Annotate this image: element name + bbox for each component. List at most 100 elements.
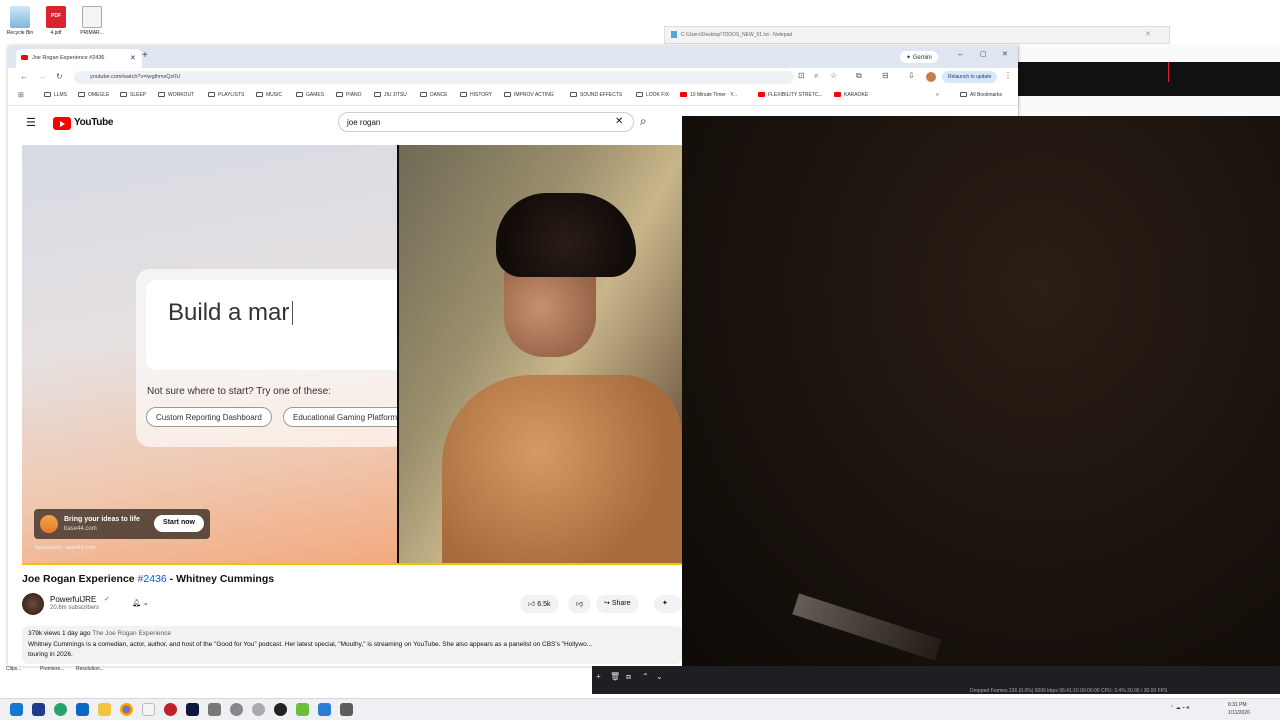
app-icon-8[interactable]	[340, 703, 353, 716]
ad-overlay[interactable]: Bring your ideas to life base44.com Star…	[34, 509, 210, 539]
app-icon-7[interactable]	[318, 703, 331, 716]
app-icon-1[interactable]	[32, 703, 45, 716]
youtube-logo-text[interactable]: YouTube	[74, 117, 114, 128]
bookmark-star-icon[interactable]: ☆	[830, 71, 837, 80]
zoom-icon[interactable]: ⌕	[814, 71, 818, 81]
bookmark-folder-jiu-jitsu[interactable]: JIU JITSU	[374, 92, 407, 98]
bookmark-karaoke[interactable]: KARAOKE	[834, 92, 868, 98]
notifications-button[interactable]: 🔔︎ ⌄	[124, 595, 157, 613]
bookmark-folder-sleep[interactable]: SLEEP	[120, 92, 146, 98]
start-icon[interactable]	[10, 703, 23, 716]
youtube-logo-icon[interactable]	[53, 117, 71, 130]
bookmark-folder-playlists[interactable]: PLAYLISTS	[208, 92, 244, 98]
description-line-1: Whitney Cummings is a comedian, actor, a…	[28, 641, 593, 648]
bookmark-folder-llms[interactable]: LLMS	[44, 92, 67, 98]
gemini-button[interactable]: ✦ Gemini	[900, 51, 938, 63]
ad-start-button[interactable]: Start now	[154, 515, 204, 532]
bookmark-folder-sound-effects[interactable]: SOUND EFFECTS	[570, 92, 622, 98]
tab-close-icon[interactable]: ✕	[130, 54, 136, 62]
minimize-icon[interactable]: –	[958, 50, 962, 59]
desktop-icon-document[interactable]: PRIMAR...	[74, 6, 110, 36]
bookmark-folder-look-fix[interactable]: LOOK FIX	[636, 92, 669, 98]
bookmark-folder-improv[interactable]: IMPROV ACTING	[504, 92, 554, 98]
bookmark-folder-history[interactable]: HISTORY	[460, 92, 492, 98]
filter-icon[interactable]: ⧈	[626, 672, 631, 682]
maximize-icon[interactable]: ▢	[980, 50, 987, 58]
tray-icons[interactable]: ⌃ ☁ ⌁ 🔊︎	[1170, 705, 1190, 711]
tab-youtube[interactable]: Joe Rogan Experience #2436 ✕	[16, 49, 142, 68]
video-description[interactable]: 379k views 1 day ago The Joe Rogan Exper…	[22, 626, 682, 664]
bookmark-folder-music[interactable]: MUSIC	[256, 92, 282, 98]
store-icon[interactable]	[76, 703, 89, 716]
move-down-icon[interactable]: ⌄	[656, 672, 663, 681]
file-explorer-icon[interactable]	[98, 703, 111, 716]
bookmark-flexibility[interactable]: FLEXIBILITY STRETC...	[758, 92, 823, 98]
channel-avatar[interactable]	[22, 593, 44, 615]
app-icon-3[interactable]	[208, 703, 221, 716]
ad-url: base44.com	[64, 526, 97, 532]
clear-search-icon[interactable]: ✕	[615, 116, 623, 127]
bookmark-label: KARAOKE	[844, 92, 869, 98]
notepad-icon[interactable]	[142, 703, 155, 716]
folder-icon	[296, 92, 303, 97]
back-icon[interactable]: ←	[20, 72, 28, 81]
clock-date[interactable]: 1/11/2026	[1228, 710, 1250, 716]
photoshop-icon[interactable]	[186, 703, 199, 716]
video-player[interactable]: Build a mar Not sure where to start? Try…	[22, 145, 682, 565]
playlist-link[interactable]: The Joe Rogan Experience	[92, 630, 171, 637]
obs-icon[interactable]	[274, 703, 287, 716]
app-icon-6[interactable]	[296, 703, 309, 716]
extensions-icon[interactable]: ⧉	[856, 71, 862, 81]
menu-dots-icon[interactable]: ⋮	[1004, 71, 1012, 80]
downloads-icon[interactable]: ⇩	[908, 71, 915, 80]
bookmark-omegle[interactable]: OMEGLE	[78, 92, 109, 98]
all-bookmarks-folder[interactable]: All Bookmarks	[960, 92, 1002, 98]
bookmark-folder-games[interactable]: GAMES	[296, 92, 324, 98]
chrome-icon[interactable]	[120, 703, 133, 716]
tab-search-icon[interactable]: ⊟	[882, 71, 889, 80]
profile-avatar[interactable]	[926, 72, 936, 82]
desktop-icon-pdf[interactable]: PDF 4.pdf	[38, 6, 74, 36]
clock-time[interactable]: 6:31 PM	[1228, 702, 1247, 708]
forward-icon[interactable]: →	[38, 72, 46, 81]
episode-hashtag-link[interactable]: #2436	[138, 573, 167, 585]
relaunch-button[interactable]: Relaunch to update	[942, 71, 998, 83]
app-icon-4[interactable]	[230, 703, 243, 716]
ad-progress-bar[interactable]	[22, 563, 682, 565]
ad-sponsored-label: Sponsored · base44.com	[34, 545, 96, 551]
chevron-right-icon[interactable]: »	[936, 92, 939, 98]
app-icon-2[interactable]	[164, 703, 177, 716]
webcam-overlay	[682, 116, 1280, 682]
bookmark-folder-piano[interactable]: PIANO	[336, 92, 362, 98]
ask-button[interactable]: ✦	[654, 595, 682, 613]
trash-icon[interactable]: 🗑︎	[610, 672, 620, 681]
hamburger-menu-icon[interactable]: ☰	[26, 116, 36, 129]
notepad-window[interactable]: C:\Users\Desktop\TODOS_NEW_01.txt - Note…	[664, 26, 1170, 44]
bookmark-folder-dance[interactable]: DANCE	[420, 92, 448, 98]
bookmark-timer[interactable]: 10 Minute Timer · Y...	[680, 92, 737, 98]
url-input[interactable]: youtube.com/watch?v=iwglhmsQz0U	[74, 71, 794, 84]
channel-name[interactable]: PowerfulJRE	[50, 595, 96, 604]
reload-icon[interactable]: ↻	[56, 72, 63, 81]
install-app-icon[interactable]: ⊡	[798, 71, 805, 80]
close-icon[interactable]: ✕	[1145, 30, 1151, 38]
search-icon[interactable]: ⌕	[640, 114, 647, 129]
move-up-icon[interactable]: ⌃	[642, 672, 649, 681]
bookmark-folder-workout[interactable]: WORKOUT	[158, 92, 194, 98]
app-icon-5[interactable]	[252, 703, 265, 716]
apps-grid-icon[interactable]: ⊞	[18, 91, 24, 99]
search-input[interactable]: joe rogan ✕	[338, 112, 634, 132]
add-icon[interactable]: +	[596, 672, 601, 681]
obs-status-text: Dropped Frames 236 (0.0%) 6006 kbps 06:4…	[970, 688, 1168, 694]
like-button[interactable]: 👍︎ 6.5k	[520, 595, 559, 613]
desktop-icon-recycle-bin[interactable]: Recycle Bin	[2, 6, 38, 36]
window-close-icon[interactable]: ✕	[1002, 50, 1008, 58]
desktop-clip-label: Clips...	[6, 666, 22, 672]
new-tab-icon[interactable]: +	[142, 50, 148, 61]
edge-icon[interactable]	[54, 703, 67, 716]
dislike-button[interactable]: 👎︎	[568, 595, 592, 613]
recycle-bin-icon	[10, 6, 30, 28]
share-button[interactable]: ↪ Share	[596, 595, 639, 613]
bookmark-label: LOOK FIX	[646, 92, 670, 98]
red-marker	[1168, 62, 1169, 82]
